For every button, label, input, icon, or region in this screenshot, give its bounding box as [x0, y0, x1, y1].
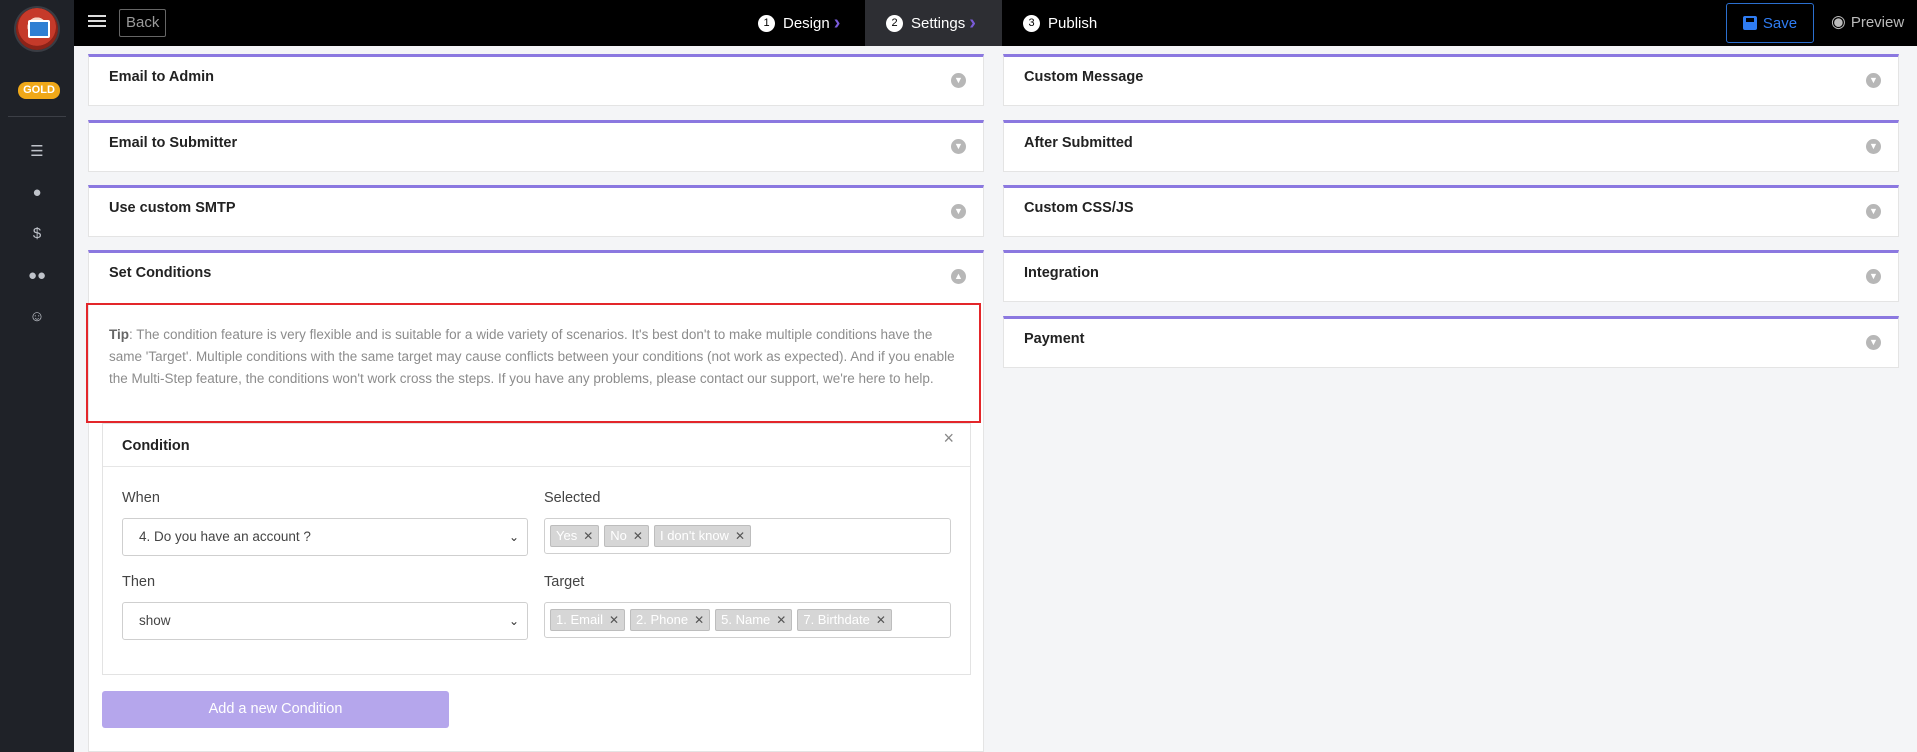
- panel-custom-css-js: Custom CSS/JS ▼: [1003, 185, 1899, 237]
- preview-button[interactable]: ◉ Preview: [1831, 0, 1904, 44]
- tag-dont-know: I don't know ✕: [653, 525, 751, 547]
- save-button[interactable]: Save: [1726, 3, 1814, 43]
- chevron-right-icon: ›: [833, 11, 841, 34]
- step-number: 2: [886, 14, 903, 32]
- chevron-down-icon[interactable]: ▼: [1866, 335, 1881, 350]
- plan-badge: GOLD: [18, 82, 60, 99]
- chevron-down-icon[interactable]: ▼: [1866, 73, 1881, 88]
- chevron-down-icon[interactable]: ▼: [1866, 269, 1881, 284]
- panel-custom-message: Custom Message ▼: [1003, 54, 1899, 106]
- step-label: Settings: [911, 14, 966, 32]
- preview-label: Preview: [1850, 13, 1905, 31]
- step-settings[interactable]: 2 Settings ›: [865, 0, 1002, 46]
- chevron-down-icon[interactable]: ▼: [1866, 139, 1881, 154]
- chevron-down-icon: ⌄: [508, 530, 519, 544]
- tag-birthdate: 7. Birthdate ✕: [797, 609, 892, 631]
- when-value: 4. Do you have an account ?: [139, 529, 311, 544]
- tip-text: : The condition feature is very flexible…: [109, 327, 955, 387]
- selected-label: Selected: [544, 490, 601, 506]
- panel-header[interactable]: Payment ▼: [1004, 319, 1898, 365]
- panel-after-submitted: After Submitted ▼: [1003, 120, 1899, 172]
- chevron-down-icon[interactable]: ▼: [1866, 204, 1881, 219]
- target-tags-input[interactable]: 1. Email ✕ 2. Phone ✕ 5. Name ✕ 7. Birthdat…: [544, 602, 951, 638]
- sidebar: GOLD ☰ ● $ ●● ☺: [0, 0, 74, 752]
- user-icon[interactable]: ●: [27, 183, 47, 203]
- panel-payment: Payment ▼: [1003, 316, 1899, 368]
- condition-title: Condition: [122, 438, 190, 454]
- panel-header[interactable]: Email to Admin ▼: [89, 57, 983, 103]
- panel-title: Integration: [1024, 265, 1099, 281]
- panel-email-to-admin: Email to Admin ▼: [88, 54, 984, 106]
- panel-title: Use custom SMTP: [109, 200, 236, 216]
- chevron-down-icon[interactable]: ▼: [951, 139, 966, 154]
- panel-use-custom-smtp: Use custom SMTP ▼: [88, 185, 984, 237]
- step-number: 3: [1023, 14, 1040, 32]
- then-label: Then: [122, 574, 156, 590]
- save-icon: [1742, 16, 1757, 30]
- panel-title: Custom CSS/JS: [1024, 200, 1134, 216]
- panel-title: After Submitted: [1024, 135, 1133, 151]
- remove-tag-icon[interactable]: ✕: [609, 610, 619, 630]
- add-condition-button[interactable]: Add a new Condition: [102, 691, 449, 728]
- save-label: Save: [1762, 14, 1798, 32]
- app-logo[interactable]: [16, 8, 58, 50]
- target-label: Target: [544, 574, 585, 590]
- condition-card: Condition × When 4. Do you have an accou…: [102, 423, 971, 675]
- remove-tag-icon[interactable]: ✕: [583, 526, 593, 546]
- panel-title: Set Conditions: [109, 265, 212, 281]
- tag-phone: 2. Phone ✕: [630, 609, 711, 631]
- panel-header[interactable]: Email to Submitter ▼: [89, 123, 983, 169]
- close-icon[interactable]: ×: [943, 428, 954, 449]
- panel-header[interactable]: Use custom SMTP ▼: [89, 188, 983, 234]
- when-label: When: [122, 490, 160, 506]
- panel-integration: Integration ▼: [1003, 250, 1899, 302]
- remove-tag-icon[interactable]: ✕: [735, 526, 745, 546]
- dollar-icon[interactable]: $: [27, 224, 47, 244]
- remove-tag-icon[interactable]: ✕: [776, 610, 786, 630]
- sidebar-divider: [8, 116, 66, 117]
- remove-tag-icon[interactable]: ✕: [694, 610, 704, 630]
- selected-tags-input[interactable]: Yes ✕ No ✕ I don't know ✕: [544, 518, 951, 554]
- step-publish[interactable]: 3 Publish: [1023, 0, 1097, 46]
- remove-tag-icon[interactable]: ✕: [633, 526, 643, 546]
- step-label: Design: [783, 14, 830, 32]
- tag-yes: Yes ✕: [550, 525, 600, 547]
- panel-header[interactable]: After Submitted ▼: [1004, 123, 1898, 169]
- back-button[interactable]: Back: [119, 9, 167, 37]
- menu-icon[interactable]: [88, 12, 106, 34]
- panel-header[interactable]: Set Conditions ▲: [89, 253, 983, 299]
- chevron-down-icon[interactable]: ▼: [951, 73, 966, 88]
- then-value: show: [139, 613, 171, 628]
- tag-name: 5. Name ✕: [715, 609, 793, 631]
- panel-header[interactable]: Custom CSS/JS ▼: [1004, 188, 1898, 234]
- tip-box: Tip: The condition feature is very flexi…: [86, 303, 981, 423]
- list-icon[interactable]: ☰: [27, 142, 47, 162]
- panel-title: Custom Message: [1024, 69, 1144, 85]
- panel-title: Email to Submitter: [109, 135, 238, 151]
- tag-no: No ✕: [604, 525, 649, 547]
- users-icon[interactable]: ●●: [27, 266, 47, 286]
- panel-header[interactable]: Custom Message ▼: [1004, 57, 1898, 103]
- smile-icon[interactable]: ☺: [27, 307, 47, 327]
- when-select[interactable]: 4. Do you have an account ? ⌄: [122, 518, 528, 556]
- chevron-right-icon: ›: [969, 11, 976, 34]
- remove-tag-icon[interactable]: ✕: [876, 610, 886, 630]
- panel-email-to-submitter: Email to Submitter ▼: [88, 120, 984, 172]
- then-select[interactable]: show ⌄: [122, 602, 528, 640]
- condition-divider: [103, 466, 970, 467]
- chevron-down-icon[interactable]: ▼: [951, 204, 966, 219]
- chevron-down-icon: ⌄: [508, 614, 519, 628]
- panel-title: Payment: [1024, 331, 1085, 347]
- step-label: Publish: [1048, 14, 1098, 32]
- tip-label: Tip: [109, 327, 129, 342]
- chevron-up-icon[interactable]: ▲: [951, 269, 966, 284]
- panel-title: Email to Admin: [109, 69, 214, 85]
- step-number: 1: [758, 14, 775, 32]
- step-design[interactable]: 1 Design ›: [758, 0, 840, 46]
- tag-email: 1. Email ✕: [550, 609, 626, 631]
- top-bar: Back 1 Design › 2 Settings › 3 Publish S…: [74, 0, 1917, 46]
- eye-icon: ◉: [1831, 12, 1846, 31]
- panel-header[interactable]: Integration ▼: [1004, 253, 1898, 299]
